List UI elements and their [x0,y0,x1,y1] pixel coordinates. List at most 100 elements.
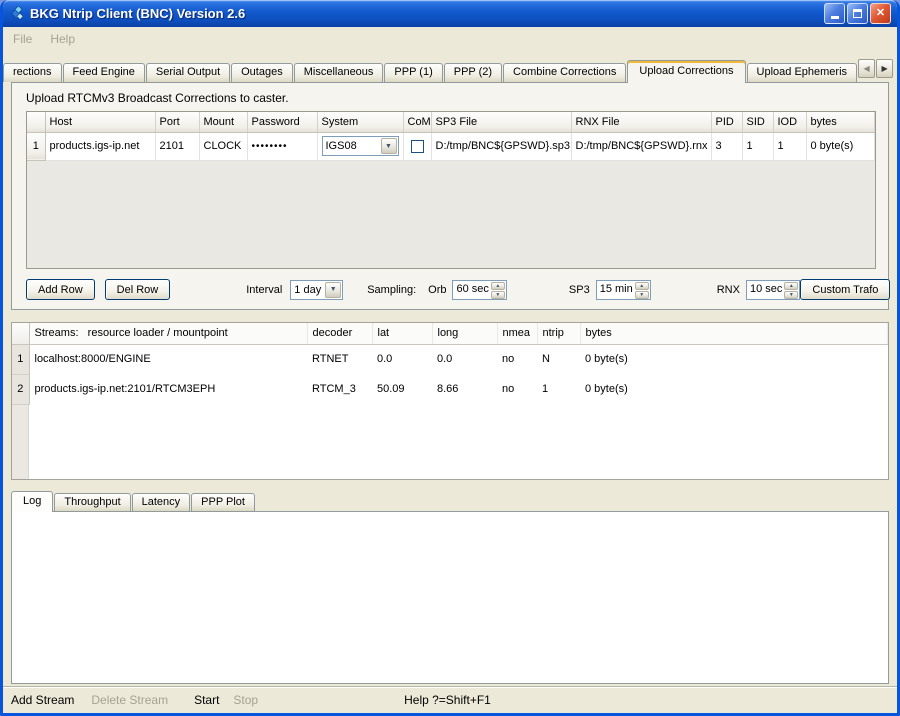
stream-row[interactable]: 2 products.igs-ip.net:2101/RTCM3EPH RTCM… [12,374,888,404]
tab-miscellaneous[interactable]: Miscellaneous [294,63,384,82]
corner-header [12,323,29,344]
bottom-tab-bar: Log Throughput Latency PPP Plot [11,490,889,511]
chevron-down-icon[interactable]: ▼ [381,138,397,154]
tab-ppp-plot[interactable]: PPP Plot [191,493,255,511]
sp3-spinbox[interactable]: 15 min ▲ ▼ [596,280,651,300]
panel-description: Upload RTCMv3 Broadcast Corrections to c… [26,91,289,105]
rnx-label: RNX [717,284,740,296]
tab-scroll-left-button[interactable]: ◀ [858,59,875,78]
log-output-area[interactable] [11,511,889,684]
cell-sp3-file[interactable]: D:/tmp/BNC${GPSWD}.sp3 [431,132,571,160]
tab-upload-corrections[interactable]: Upload Corrections [627,60,745,83]
minimize-button[interactable] [824,3,845,24]
col-host: Host [45,112,155,132]
help-shortcut-label: Help ?=Shift+F1 [404,693,491,707]
corner-header [27,112,45,132]
cell-nmea[interactable]: no [497,344,537,374]
spin-up-icon[interactable]: ▲ [635,282,649,290]
tab-corrections[interactable]: rections [3,63,62,82]
close-button[interactable]: ✕ [870,3,891,24]
cell-ntrip[interactable]: 1 [537,374,580,404]
cell-mount[interactable]: CLOCK [199,132,247,160]
add-stream-action[interactable]: Add Stream [11,693,74,707]
col-port: Port [155,112,199,132]
main-tab-bar: rections Feed Engine Serial Output Outag… [3,59,897,82]
tab-scroll-buttons: ◀ ▶ [858,59,893,78]
cell-host[interactable]: products.igs-ip.net [45,132,155,160]
start-action[interactable]: Start [194,693,219,707]
system-combobox[interactable]: IGS08 ▼ [322,136,399,156]
col-lat: lat [372,323,432,344]
cell-sid[interactable]: 1 [742,132,773,160]
spin-up-icon[interactable]: ▲ [491,282,505,290]
cell-port[interactable]: 2101 [155,132,199,160]
app-window: BKG Ntrip Client (BNC) Version 2.6 ✕ Fil… [0,0,900,716]
window-controls: ✕ [824,3,891,24]
cell-password[interactable]: •••••••• [247,132,317,160]
row-number: 1 [27,132,45,160]
cell-pid[interactable]: 3 [711,132,742,160]
stream-row[interactable]: 1 localhost:8000/ENGINE RTNET 0.0 0.0 no… [12,344,888,374]
status-bar: Add Stream Delete Stream Start Stop Help… [3,686,897,713]
sampling-label: Sampling: [367,284,416,296]
window-title: BKG Ntrip Client (BNC) Version 2.6 [30,6,824,21]
scroll-right-icon: ▶ [881,64,887,73]
tab-outages[interactable]: Outages [231,63,293,82]
tab-latency[interactable]: Latency [132,493,191,511]
cell-long[interactable]: 0.0 [432,344,497,374]
tab-ppp-1[interactable]: PPP (1) [384,63,442,82]
sp3-value: 15 min [597,281,635,299]
cell-lat[interactable]: 50.09 [372,374,432,404]
com-checkbox[interactable] [411,140,424,153]
rnx-spinbox[interactable]: 10 sec ▲ ▼ [746,280,800,300]
orb-label: Orb [428,284,446,296]
orb-spinbox[interactable]: 60 sec ▲ ▼ [452,280,506,300]
spin-down-icon[interactable]: ▼ [491,291,505,299]
spin-up-icon[interactable]: ▲ [784,282,798,290]
tab-throughput[interactable]: Throughput [54,493,130,511]
del-row-button[interactable]: Del Row [105,279,171,300]
col-decoder: decoder [307,323,372,344]
scroll-left-icon: ◀ [863,64,869,73]
chevron-down-icon[interactable]: ▼ [325,282,341,298]
interval-combobox[interactable]: 1 day ▼ [290,280,343,300]
cell-decoder[interactable]: RTCM_3 [307,374,372,404]
tab-combine-corrections[interactable]: Combine Corrections [503,63,626,82]
tab-scroll-right-button[interactable]: ▶ [876,59,893,78]
app-icon [9,6,25,22]
col-ntrip: ntrip [537,323,580,344]
cell-nmea[interactable]: no [497,374,537,404]
rnx-value: 10 sec [747,281,784,299]
cell-decoder[interactable]: RTNET [307,344,372,374]
col-bytes: bytes [580,323,888,344]
close-icon: ✕ [876,8,885,19]
upload-table-row: 1 products.igs-ip.net 2101 CLOCK •••••••… [27,132,875,160]
cell-rnx-file[interactable]: D:/tmp/BNC${GPSWD}.rnx [571,132,711,160]
cell-mountpoint[interactable]: localhost:8000/ENGINE [29,344,307,374]
menu-bar: File Help [3,27,897,50]
cell-mountpoint[interactable]: products.igs-ip.net:2101/RTCM3EPH [29,374,307,404]
sp3-label: SP3 [569,284,590,296]
spin-down-icon[interactable]: ▼ [635,291,649,299]
orb-value: 60 sec [453,281,490,299]
col-mountpoint: Streams: resource loader / mountpoint [29,323,307,344]
menu-help[interactable]: Help [50,32,75,46]
tab-ppp-2[interactable]: PPP (2) [444,63,502,82]
add-row-button[interactable]: Add Row [26,279,95,300]
spin-down-icon[interactable]: ▼ [784,291,798,299]
tab-feed-engine[interactable]: Feed Engine [63,63,145,82]
custom-trafo-button[interactable]: Custom Trafo [800,279,890,300]
cell-iod[interactable]: 1 [773,132,806,160]
cell-ntrip[interactable]: N [537,344,580,374]
col-nmea: nmea [497,323,537,344]
cell-lat[interactable]: 0.0 [372,344,432,374]
upload-corrections-panel: Upload RTCMv3 Broadcast Corrections to c… [11,82,889,310]
maximize-button[interactable] [847,3,868,24]
tab-serial-output[interactable]: Serial Output [146,63,230,82]
cell-long[interactable]: 8.66 [432,374,497,404]
tab-log[interactable]: Log [11,491,53,512]
row-number: 1 [12,344,29,374]
tab-upload-ephemeris[interactable]: Upload Ephemeris [747,63,858,82]
menu-file[interactable]: File [13,32,32,46]
cell-bytes: 0 byte(s) [806,132,875,160]
